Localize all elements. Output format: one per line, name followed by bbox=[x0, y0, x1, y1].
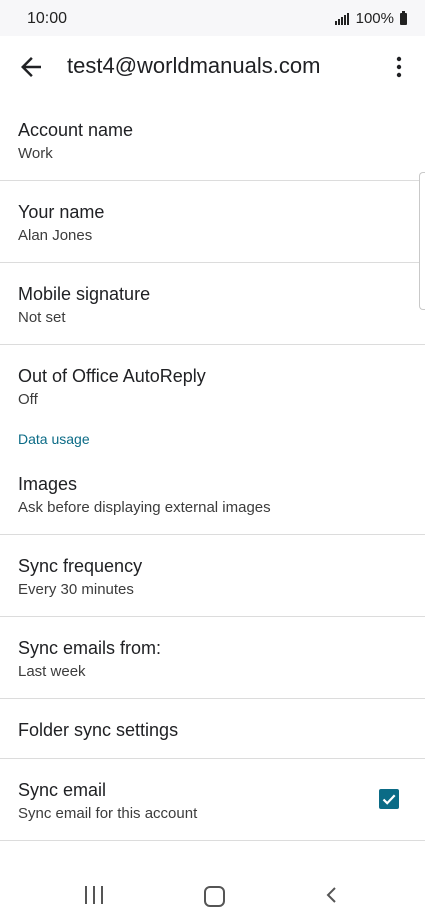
setting-title: Mobile signature bbox=[18, 284, 151, 304]
app-bar: test4@worldmanuals.com bbox=[0, 36, 425, 96]
signal-icon bbox=[334, 12, 349, 25]
setting-value: Ask before displaying external images bbox=[18, 499, 271, 516]
page-title: test4@worldmanuals.com bbox=[67, 53, 321, 78]
battery-percent: 100% bbox=[355, 10, 394, 27]
setting-value: Alan Jones bbox=[18, 227, 93, 244]
navigation-bar bbox=[0, 870, 425, 922]
scrollbar[interactable] bbox=[419, 172, 425, 310]
back-nav-icon[interactable] bbox=[322, 885, 342, 905]
section-title: Data usage bbox=[18, 431, 90, 447]
setting-account-name[interactable]: Account name Work bbox=[0, 100, 425, 181]
setting-title: Your name bbox=[18, 202, 105, 222]
setting-out-of-office[interactable]: Out of Office AutoReply Off bbox=[0, 345, 425, 421]
status-time: 10:00 bbox=[27, 10, 68, 27]
recent-apps-icon[interactable] bbox=[85, 886, 103, 904]
setting-value: Last week bbox=[18, 663, 86, 680]
sync-email-checkbox[interactable] bbox=[379, 789, 399, 809]
setting-your-name[interactable]: Your name Alan Jones bbox=[0, 181, 425, 263]
setting-sync-email[interactable]: Sync email Sync email for this account bbox=[0, 759, 425, 841]
setting-value: Not set bbox=[18, 309, 66, 326]
setting-title: Sync frequency bbox=[18, 556, 143, 576]
more-options-icon[interactable] bbox=[387, 52, 411, 82]
setting-value: Sync email for this account bbox=[18, 805, 198, 822]
setting-folder-sync[interactable]: Folder sync settings bbox=[0, 699, 425, 759]
setting-title: Account name bbox=[18, 120, 134, 140]
status-indicators: 100% bbox=[334, 10, 407, 27]
back-arrow-icon[interactable] bbox=[16, 52, 46, 82]
setting-title: Out of Office AutoReply bbox=[18, 366, 206, 386]
setting-value: Work bbox=[18, 145, 53, 162]
setting-title: Sync emails from: bbox=[18, 638, 162, 658]
settings-list: Account name Work Your name Alan Jones M… bbox=[0, 100, 425, 841]
setting-title: Sync email bbox=[18, 780, 107, 800]
setting-mobile-signature[interactable]: Mobile signature Not set bbox=[0, 263, 425, 345]
setting-title: Folder sync settings bbox=[18, 720, 179, 740]
setting-sync-emails-from[interactable]: Sync emails from: Last week bbox=[0, 617, 425, 699]
home-icon[interactable] bbox=[204, 886, 225, 907]
setting-value: Off bbox=[18, 391, 38, 408]
battery-icon bbox=[400, 10, 407, 25]
setting-value: Every 30 minutes bbox=[18, 581, 134, 598]
setting-title: Images bbox=[18, 474, 78, 494]
setting-images[interactable]: Images Ask before displaying external im… bbox=[0, 453, 425, 535]
section-header-data-usage: Data usage bbox=[0, 421, 425, 453]
status-bar: 10:00 100% bbox=[0, 0, 425, 36]
setting-sync-frequency[interactable]: Sync frequency Every 30 minutes bbox=[0, 535, 425, 617]
